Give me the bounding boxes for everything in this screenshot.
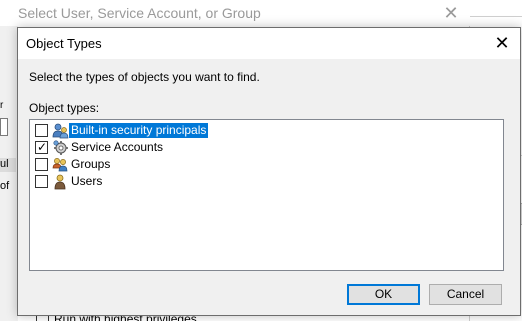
dialog-instruction: Select the types of objects you want to … [29, 70, 260, 84]
divider [470, 16, 522, 17]
background-label-fragment: r [0, 100, 4, 111]
object-types-list[interactable]: Built-in security principals ✓ Service A… [29, 119, 504, 271]
checkbox-service-accounts[interactable]: ✓ [35, 140, 48, 154]
cancel-button[interactable]: Cancel [429, 284, 502, 305]
ok-button[interactable]: OK [347, 284, 420, 305]
list-item-groups[interactable]: Groups [35, 156, 335, 173]
list-item-label: Users [71, 174, 103, 188]
background-input-fragment[interactable] [0, 118, 8, 136]
list-item-label: Service Accounts [71, 140, 164, 154]
background-close-icon[interactable]: ✕ [438, 2, 464, 24]
background-titlebar: Select User, Service Account, or Group ✕ [0, 0, 470, 26]
checkbox-built-in-security-principals[interactable] [35, 124, 48, 137]
list-item-label: Built-in security principals [69, 123, 209, 138]
background-window-title: Select User, Service Account, or Group [18, 5, 261, 21]
checkbox-groups[interactable] [35, 158, 48, 171]
list-item-label: Groups [71, 157, 111, 171]
security-principals-icon [52, 122, 69, 139]
object-types-dialog: Object Types ✕ Select the types of objec… [17, 27, 521, 316]
background-label-fragment: ul [0, 158, 16, 172]
checkbox-users[interactable] [35, 175, 48, 188]
dialog-title: Object Types [26, 36, 102, 51]
dialog-titlebar: Object Types ✕ [18, 28, 520, 59]
groups-icon [52, 156, 69, 173]
background-left-strip [0, 26, 18, 321]
list-item-built-in-security-principals[interactable]: Built-in security principals [35, 122, 335, 139]
object-types-label: Object types: [29, 101, 100, 115]
close-icon[interactable]: ✕ [486, 29, 518, 58]
checkmark-icon: ✓ [37, 140, 48, 154]
background-label-fragment: of [0, 180, 10, 192]
service-accounts-icon [52, 139, 69, 156]
list-item-users[interactable]: Users [35, 173, 335, 190]
user-icon [52, 173, 69, 190]
list-item-service-accounts[interactable]: ✓ Service Accounts [35, 139, 335, 156]
